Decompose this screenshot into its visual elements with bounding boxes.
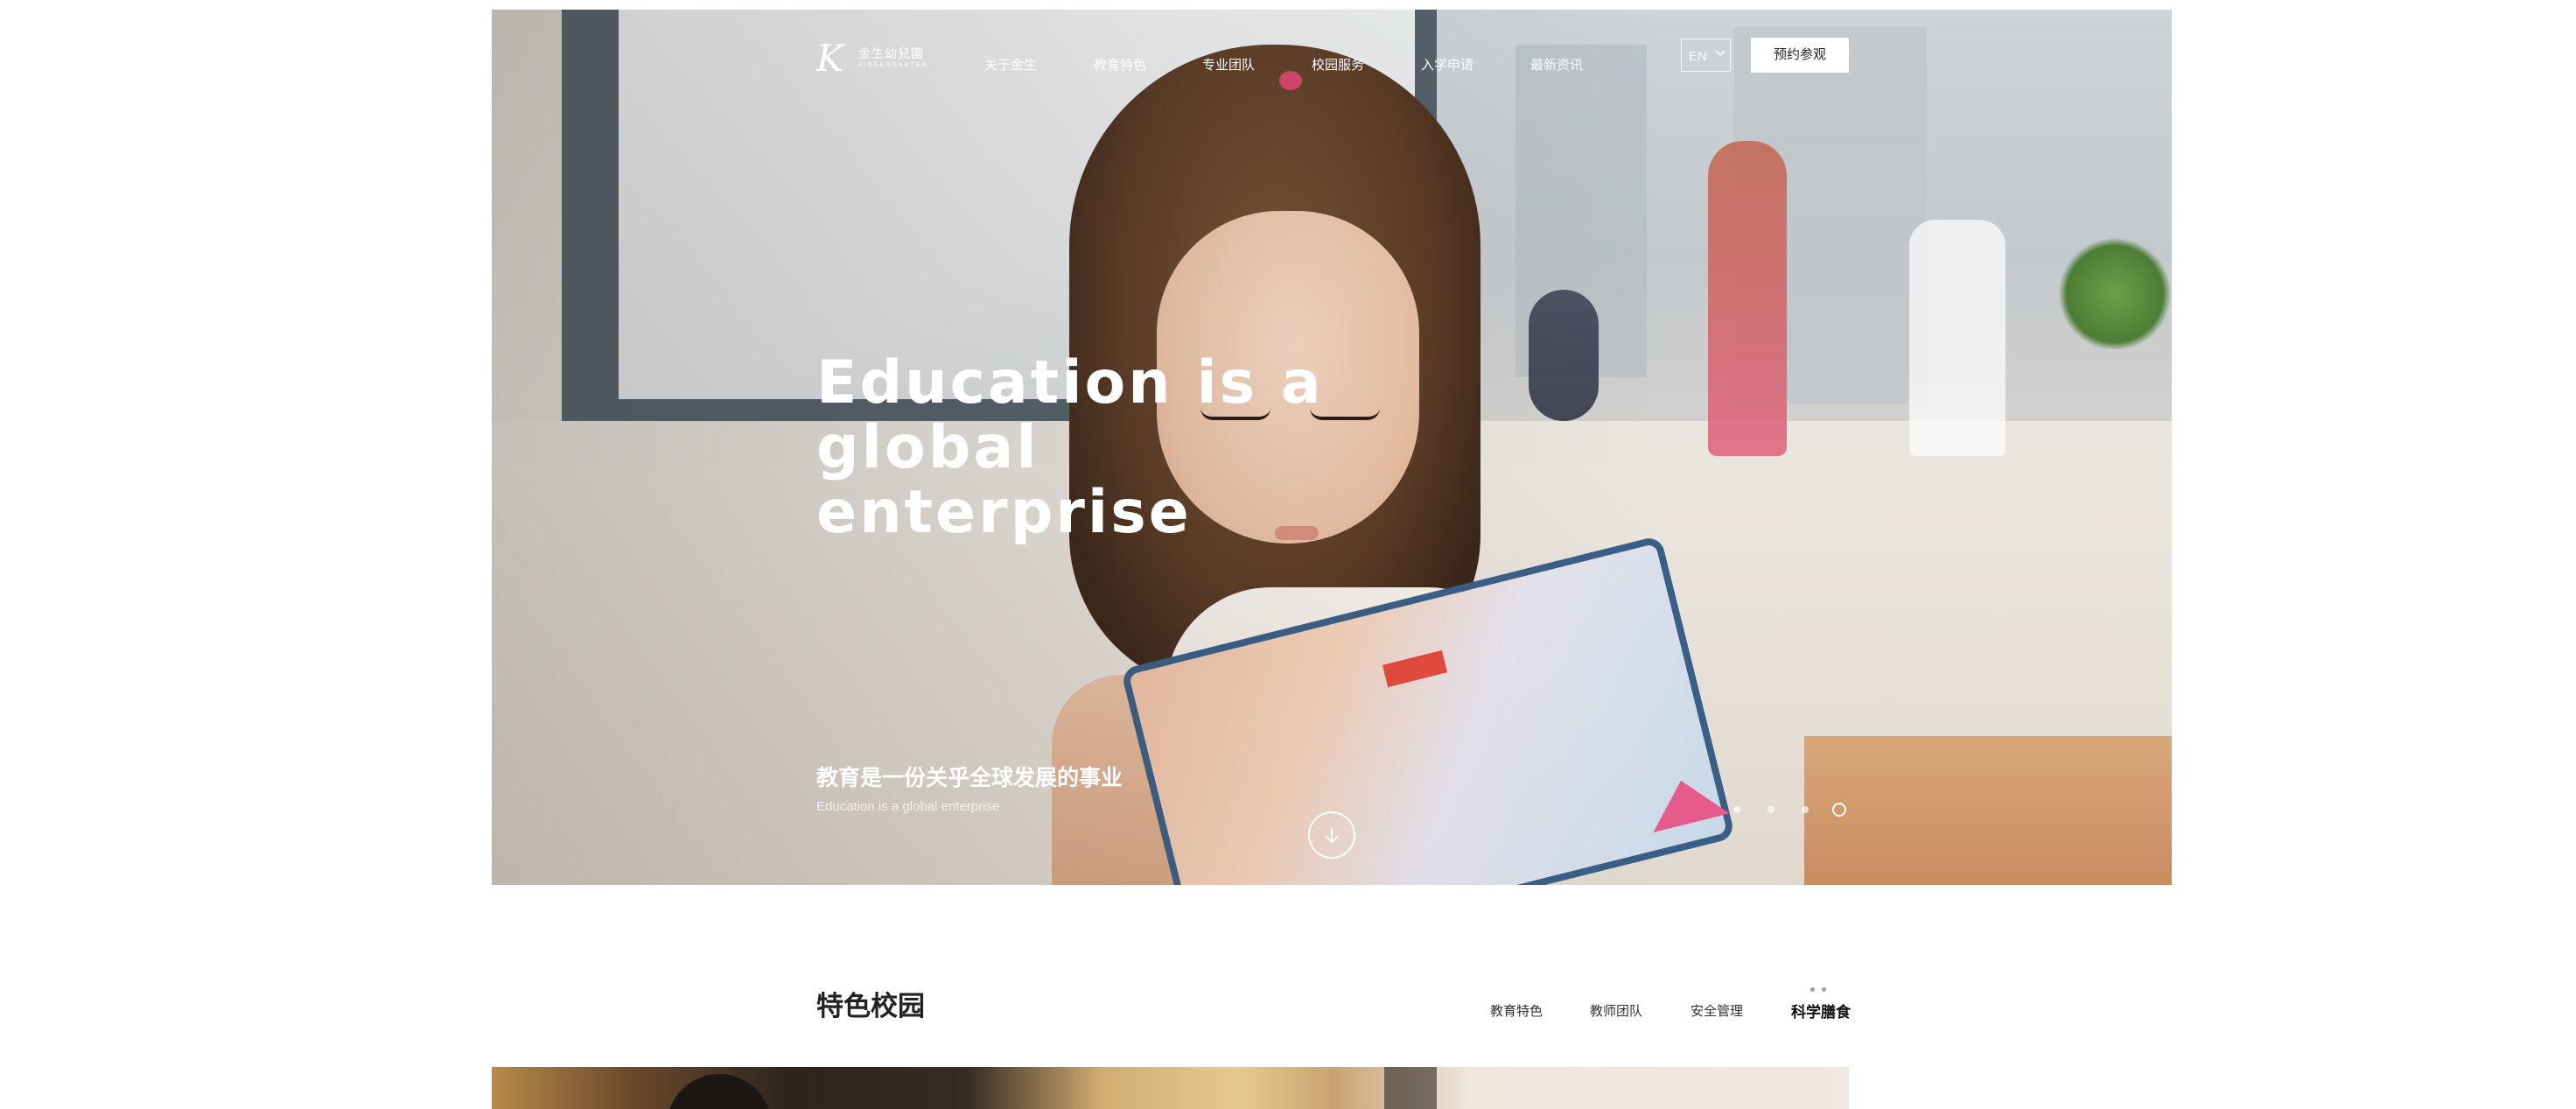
- nav-item-education[interactable]: 教育特色: [1094, 55, 1146, 74]
- arrow-down-icon: [1325, 827, 1339, 844]
- language-value: EN: [1689, 49, 1707, 64]
- tab-diet-active[interactable]: 科学膳食: [1791, 1000, 1851, 1021]
- language-select[interactable]: EN: [1681, 39, 1731, 72]
- logo-mark: K: [816, 37, 844, 80]
- hero-title-line-2: global enterprise: [816, 413, 1192, 547]
- slide-dot-4-active[interactable]: [1832, 803, 1846, 817]
- nav-item-services[interactable]: 校园服务: [1312, 55, 1364, 74]
- logo-name-cn: 金生幼兒園: [858, 46, 924, 60]
- active-tab-indicator: [1810, 987, 1830, 993]
- hero-subtitle-cn: 教育是一份关乎全球发展的事业: [816, 766, 1124, 790]
- site-logo[interactable]: K 金生幼兒園 KINDERGARTEN: [816, 37, 928, 80]
- slide-dot-1[interactable]: [1733, 806, 1740, 813]
- book-visit-button[interactable]: 预约参观: [1751, 38, 1849, 73]
- nav-item-team[interactable]: 专业团队: [1202, 55, 1255, 74]
- slide-dot-3[interactable]: [1802, 806, 1809, 813]
- hero-title: Education is a global enterprise: [816, 351, 1429, 545]
- hero-subtitle-en: Education is a global enterprise: [816, 799, 1000, 814]
- feature-photo: [492, 1067, 1849, 1109]
- tab-teachers[interactable]: 教师团队: [1590, 1001, 1642, 1020]
- scroll-down-button[interactable]: [1308, 811, 1355, 859]
- chevron-down-icon: [1715, 50, 1726, 57]
- section-title: 特色校园: [816, 991, 925, 1021]
- hero-title-line-1: Education is a: [816, 348, 1324, 418]
- logo-name-en: KINDERGARTEN: [858, 62, 928, 68]
- hero-banner: K 金生幼兒園 KINDERGARTEN 关于金生 教育特色 专业团队 校园服务…: [492, 10, 2172, 885]
- slide-dot-2[interactable]: [1768, 806, 1774, 813]
- nav-item-admission[interactable]: 入学申请: [1421, 55, 1474, 74]
- nav-item-news[interactable]: 最新资讯: [1530, 55, 1583, 74]
- nav-item-about[interactable]: 关于金生: [984, 55, 1037, 74]
- tab-safety[interactable]: 安全管理: [1690, 1001, 1743, 1020]
- tab-education[interactable]: 教育特色: [1490, 1001, 1543, 1020]
